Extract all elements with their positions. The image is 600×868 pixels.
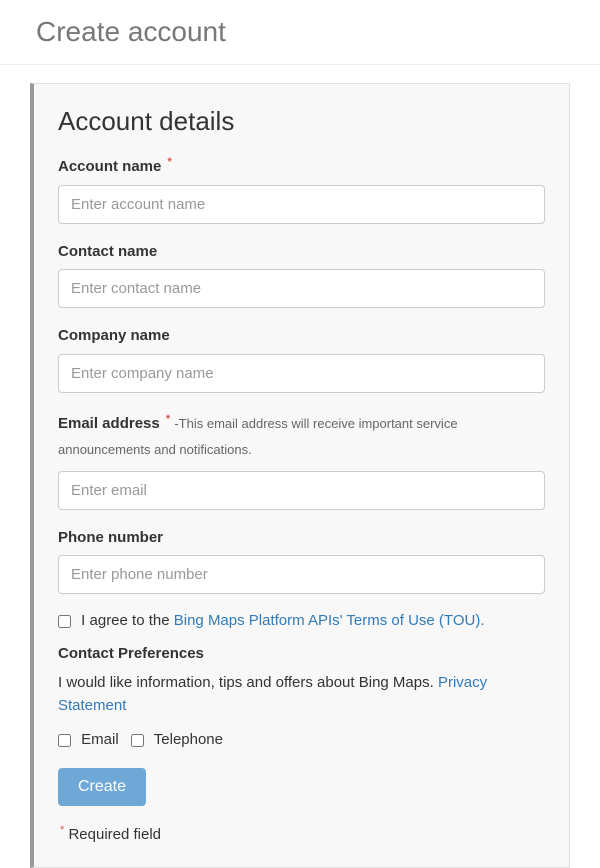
required-asterisk: * — [60, 824, 64, 836]
pref-telephone-checkbox[interactable] — [131, 734, 144, 747]
company-name-label: Company name — [58, 326, 545, 346]
field-contact-name: Contact name — [58, 242, 545, 309]
pref-telephone-label: Telephone — [154, 731, 223, 748]
phone-label: Phone number — [58, 528, 545, 548]
required-asterisk: * — [168, 156, 172, 168]
label-text: Account name — [58, 158, 161, 175]
contact-preferences-intro: I would like information, tips and offer… — [58, 672, 545, 717]
form-heading: Account details — [58, 106, 545, 137]
label-text: Email address — [58, 415, 160, 432]
contact-name-input[interactable] — [58, 269, 545, 308]
account-name-input[interactable] — [58, 185, 545, 224]
email-label: Email address * -This email address will… — [58, 411, 545, 463]
agree-row: I agree to the Bing Maps Platform APIs' … — [58, 612, 545, 629]
create-button[interactable]: Create — [58, 768, 146, 806]
pref-email-label: Email — [81, 731, 119, 748]
prefs-intro-text: I would like information, tips and offer… — [58, 674, 438, 691]
required-text: Required field — [68, 826, 161, 843]
account-details-panel: Account details Account name * Contact n… — [30, 83, 570, 868]
contact-name-label: Contact name — [58, 242, 545, 262]
pref-email-checkbox[interactable] — [58, 734, 71, 747]
field-phone: Phone number — [58, 528, 545, 595]
agree-prefix: I agree to the — [81, 612, 174, 629]
company-name-input[interactable] — [58, 354, 545, 393]
contact-preferences-heading: Contact Preferences — [58, 645, 545, 662]
required-note: * Required field — [58, 824, 545, 843]
email-input[interactable] — [58, 471, 545, 510]
contact-preferences-options: Email Telephone — [58, 731, 545, 748]
field-account-name: Account name * — [58, 155, 545, 224]
field-email: Email address * -This email address will… — [58, 411, 545, 510]
account-name-label: Account name * — [58, 155, 545, 177]
page-title: Create account — [0, 0, 600, 65]
field-company-name: Company name — [58, 326, 545, 393]
phone-input[interactable] — [58, 555, 545, 594]
required-asterisk: * — [166, 413, 170, 425]
agree-checkbox[interactable] — [58, 615, 71, 628]
terms-link[interactable]: Bing Maps Platform APIs' Terms of Use (T… — [174, 612, 485, 629]
